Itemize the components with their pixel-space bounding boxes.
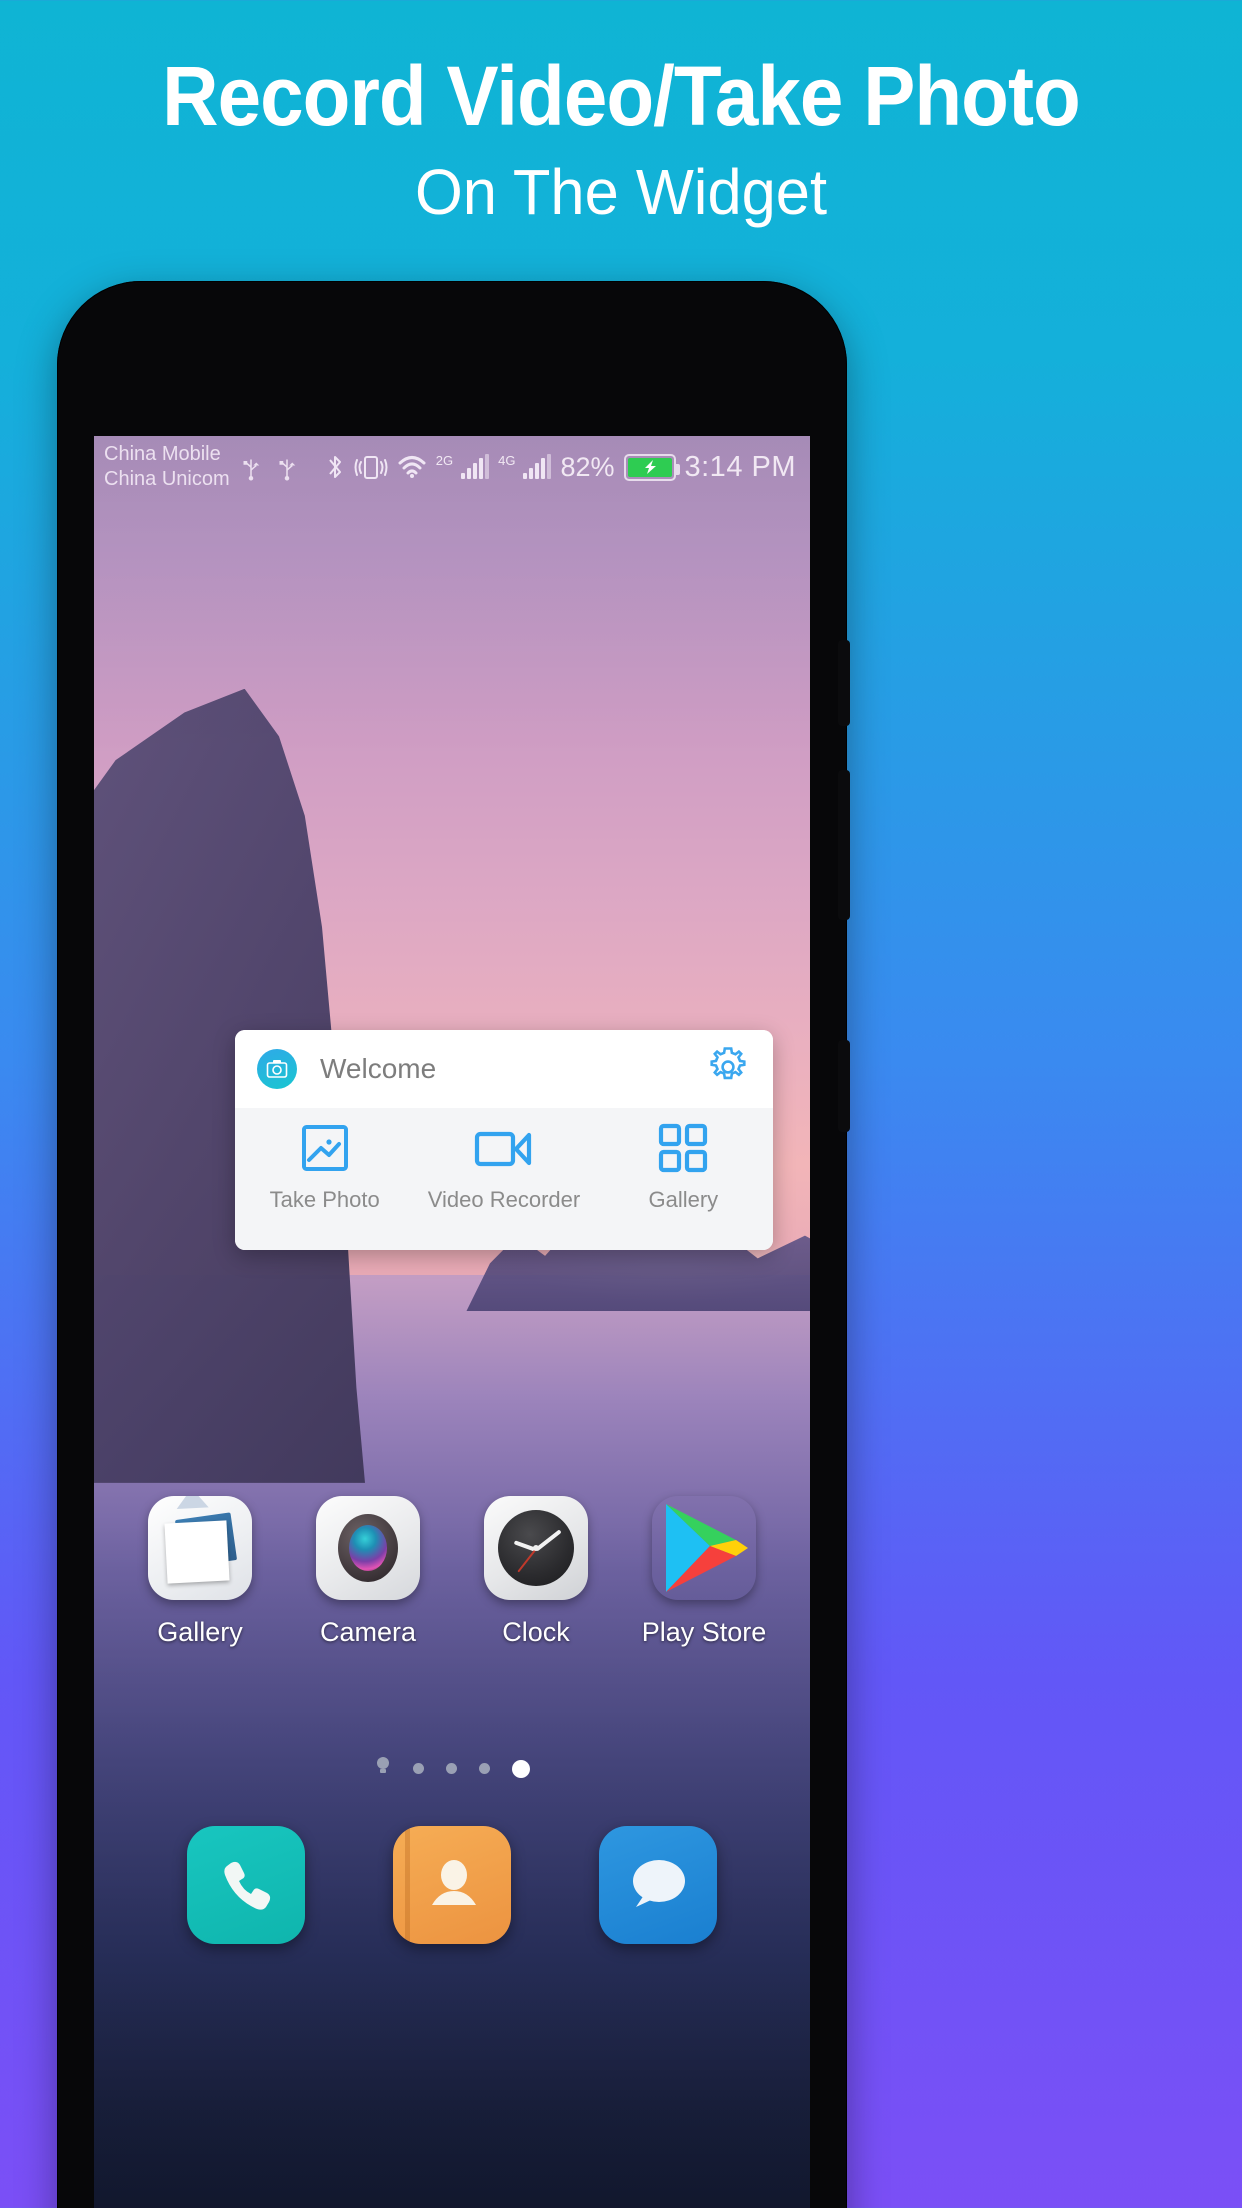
page-indicator[interactable] bbox=[94, 1756, 810, 1781]
volume-up-button[interactable] bbox=[838, 770, 850, 920]
app-camera[interactable]: Camera bbox=[298, 1496, 438, 1648]
page-dot[interactable] bbox=[412, 1763, 424, 1774]
promo-subheadline: On The Widget bbox=[414, 156, 828, 228]
usb-indicators bbox=[242, 452, 296, 482]
camera-widget-card[interactable]: Welcome Take Photo Video Recorder Galler… bbox=[235, 1030, 773, 1250]
gallery-button[interactable]: Gallery bbox=[594, 1122, 773, 1213]
video-recorder-label: Video Recorder bbox=[427, 1187, 581, 1212]
status-bar: China Mobile China Unicom 2G 4G 82% 3:14… bbox=[94, 436, 810, 498]
clock-dial bbox=[498, 1510, 574, 1586]
page-dot[interactable] bbox=[445, 1763, 457, 1774]
charging-bolt-icon bbox=[644, 460, 656, 474]
camera-lens-inner bbox=[349, 1525, 387, 1571]
page-indicator-bulb-icon[interactable] bbox=[375, 1756, 391, 1781]
app-gallery[interactable]: Gallery bbox=[130, 1496, 270, 1648]
gallery-front-photo bbox=[164, 1496, 230, 1584]
network-type-sim2: 4G bbox=[498, 452, 516, 468]
phone-handset-icon bbox=[224, 1861, 271, 1910]
widget-header: Welcome bbox=[235, 1030, 773, 1108]
volume-down-button[interactable] bbox=[838, 1040, 850, 1132]
battery-percent-label: 82% bbox=[560, 451, 615, 482]
promo-headline: Record Video/Take Photo bbox=[162, 49, 1081, 143]
video-camera-icon bbox=[474, 1131, 532, 1167]
speech-bubble-icon bbox=[633, 1860, 685, 1907]
camera-glyph-icon bbox=[266, 1060, 288, 1078]
app-label: Gallery bbox=[157, 1617, 243, 1647]
battery-fill bbox=[627, 457, 672, 477]
camera-icon bbox=[257, 1049, 297, 1089]
play-store-icon bbox=[652, 1496, 756, 1600]
widget-actions: Take Photo Video Recorder Gallery bbox=[235, 1108, 773, 1250]
signal-bars-sim1 bbox=[461, 454, 490, 479]
gallery-app-icon bbox=[148, 1496, 252, 1600]
contacts-icon[interactable] bbox=[393, 1826, 511, 1944]
dock bbox=[94, 1826, 810, 1944]
signal-bars-sim2 bbox=[523, 454, 552, 479]
phone-screen: China Mobile China Unicom 2G 4G 82% 3:14… bbox=[94, 436, 810, 2208]
grid-icon bbox=[659, 1123, 708, 1173]
vibrate-icon bbox=[354, 456, 388, 479]
carrier-labels: China Mobile China Unicom bbox=[104, 442, 230, 492]
app-label: Play Store bbox=[641, 1617, 767, 1647]
video-recorder-button[interactable]: Video Recorder bbox=[414, 1122, 593, 1213]
contact-person-icon bbox=[432, 1860, 476, 1905]
clock-center-pin bbox=[533, 1545, 539, 1551]
widget-title: Welcome bbox=[320, 1053, 437, 1084]
usb-icon bbox=[279, 459, 295, 481]
page-dot[interactable] bbox=[478, 1763, 490, 1774]
bluetooth-icon bbox=[328, 456, 341, 478]
gear-glyph-icon bbox=[710, 1046, 746, 1079]
phone-device-frame: China Mobile China Unicom 2G 4G 82% 3:14… bbox=[57, 281, 847, 2208]
image-icon bbox=[301, 1125, 348, 1171]
clock-app-icon bbox=[484, 1496, 588, 1600]
phone-icon[interactable] bbox=[187, 1826, 305, 1944]
app-grid: Gallery Camera Clock Play Store bbox=[94, 1496, 810, 1648]
usb-icon bbox=[243, 459, 259, 481]
camera-lens-outer bbox=[338, 1514, 398, 1582]
wifi-icon bbox=[398, 456, 426, 478]
gear-icon[interactable] bbox=[705, 1044, 751, 1095]
gallery-label: Gallery bbox=[648, 1187, 719, 1212]
status-bar-clock: 3:14 PM bbox=[684, 450, 796, 483]
power-button[interactable] bbox=[838, 640, 850, 726]
lightbulb-icon bbox=[376, 1757, 389, 1773]
clock-second-hand bbox=[517, 1548, 537, 1573]
promo-heading: Record Video/Take Photo On The Widget bbox=[0, 0, 1242, 234]
camera-app-icon bbox=[316, 1496, 420, 1600]
page-dot-active[interactable] bbox=[511, 1759, 530, 1778]
carrier-name-sim2: China Unicom bbox=[104, 468, 230, 490]
carrier-name-sim1: China Mobile bbox=[104, 443, 221, 465]
take-photo-label: Take Photo bbox=[269, 1187, 380, 1212]
play-store-glyph-icon bbox=[666, 1504, 748, 1592]
app-play-store[interactable]: Play Store bbox=[634, 1496, 774, 1648]
take-photo-button[interactable]: Take Photo bbox=[235, 1122, 414, 1213]
battery-icon bbox=[623, 453, 680, 481]
app-label: Clock bbox=[502, 1617, 570, 1647]
messages-icon[interactable] bbox=[599, 1826, 717, 1944]
app-label: Camera bbox=[319, 1617, 417, 1647]
network-type-sim1: 2G bbox=[435, 452, 454, 468]
app-clock[interactable]: Clock bbox=[466, 1496, 606, 1648]
status-icons: 2G 4G 82% 3:14 PM bbox=[325, 451, 796, 484]
